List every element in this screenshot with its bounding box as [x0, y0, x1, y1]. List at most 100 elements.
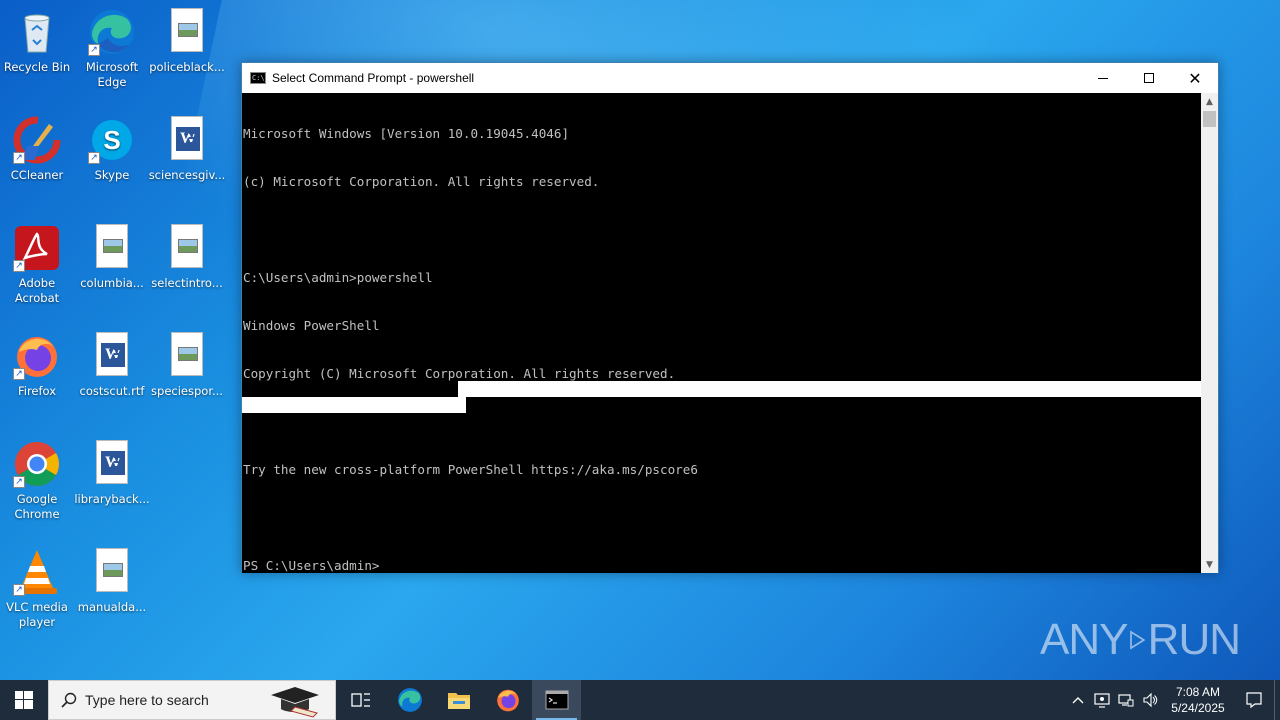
desktop-icon-label: Skype	[94, 168, 130, 182]
maximize-button[interactable]	[1126, 63, 1172, 93]
firefox-icon: ↗	[13, 332, 61, 380]
shortcut-arrow-icon: ↗	[13, 584, 25, 596]
shortcut-arrow-icon: ↗	[13, 476, 25, 488]
scroll-down-arrow-icon[interactable]: ▼	[1201, 556, 1218, 573]
desktop-icon-columbia[interactable]: columbia...	[75, 224, 149, 291]
edge-icon: ↗	[88, 8, 136, 56]
minimize-button[interactable]	[1080, 63, 1126, 93]
desktop-icon-label: manualda...	[77, 600, 147, 614]
watermark-text-left: ANY	[1040, 615, 1128, 664]
tray-network[interactable]	[1114, 680, 1138, 720]
desktop-icon-sciencesgiv[interactable]: W sciencesgiv...	[148, 116, 226, 183]
notification-icon	[1246, 692, 1262, 709]
text-selection-highlight	[242, 397, 466, 413]
word-doc-icon: W	[88, 440, 136, 488]
desktop-icon-microsoft-edge[interactable]: ↗ Microsoft Edge	[75, 8, 149, 90]
windows-logo-icon	[15, 691, 33, 709]
shortcut-arrow-icon: ↗	[13, 368, 25, 380]
terminal-line: Microsoft Windows [Version 10.0.19045.40…	[243, 126, 570, 141]
terminal-line: Copyright (C) Microsoft Corporation. All…	[243, 366, 676, 381]
desktop-icon-label: sciencesgiv...	[148, 168, 226, 182]
show-desktop-button[interactable]	[1274, 680, 1280, 720]
desktop-icon-label: Google Chrome	[14, 492, 60, 521]
search-icon	[61, 692, 77, 708]
terminal-line: Windows PowerShell	[243, 318, 380, 333]
firefox-icon	[496, 689, 519, 712]
desktop-icon-speciespor[interactable]: speciespor...	[150, 332, 224, 399]
desktop-icon-vlc[interactable]: ↗ VLC media player	[0, 548, 74, 630]
taskbar-file-explorer[interactable]	[434, 680, 483, 720]
vertical-scrollbar[interactable]: ▲ ▼	[1201, 93, 1218, 573]
desktop-icon-label: columbia...	[80, 276, 144, 290]
close-button[interactable]: ✕	[1172, 63, 1218, 93]
desktop-icon-label: Firefox	[17, 384, 57, 398]
cmd-icon: C:\_	[250, 72, 269, 84]
desktop-icon-label: selectintro...	[151, 276, 223, 290]
desktop-icon-costscut[interactable]: W costscut.rtf	[75, 332, 149, 399]
desktop-icon-ccleaner[interactable]: ↗ CCleaner	[0, 116, 74, 183]
search-placeholder: Type here to search	[85, 692, 209, 708]
desktop-icon-libraryback[interactable]: W libraryback...	[74, 440, 150, 507]
desktop-icon-firefox[interactable]: ↗ Firefox	[0, 332, 74, 399]
system-tray: 7:08 AM 5/24/2025	[1066, 680, 1280, 720]
edge-icon	[397, 688, 422, 712]
action-center-button[interactable]	[1234, 680, 1274, 720]
taskbar-task-view[interactable]	[336, 680, 385, 720]
terminal-line: (c) Microsoft Corporation. All rights re…	[243, 174, 600, 189]
vlc-icon: ↗	[13, 548, 61, 596]
word-doc-icon: W	[163, 116, 211, 164]
taskbar-edge[interactable]	[385, 680, 434, 720]
desktop-icon-adobe-acrobat[interactable]: ↗ Adobe Acrobat	[0, 224, 74, 306]
desktop-icon-manualda[interactable]: manualda...	[75, 548, 149, 615]
desktop-icon-policeblack[interactable]: policeblack...	[149, 8, 225, 75]
scroll-up-arrow-icon[interactable]: ▲	[1201, 93, 1218, 110]
image-file-icon	[163, 224, 211, 272]
clock-time: 7:08 AM	[1175, 685, 1221, 699]
tray-meet-now[interactable]	[1090, 680, 1114, 720]
desktop-icon-skype[interactable]: S ↗ Skype	[75, 116, 149, 183]
desktop-icon-label: Recycle Bin	[3, 60, 71, 74]
shortcut-arrow-icon: ↗	[13, 152, 25, 164]
image-file-icon	[88, 224, 136, 272]
tray-volume[interactable]	[1138, 680, 1162, 720]
file-explorer-icon	[447, 693, 470, 709]
taskbar-command-prompt[interactable]	[532, 680, 581, 720]
graduation-cap-icon	[271, 687, 319, 718]
ccleaner-icon: ↗	[13, 116, 61, 164]
monitor-people-icon	[1094, 693, 1110, 708]
taskbar: Type here to search 7:08 AM 5/24/2025	[0, 680, 1280, 720]
start-button[interactable]	[0, 680, 48, 720]
taskbar-firefox[interactable]	[483, 680, 532, 720]
text-selection-highlight	[458, 381, 1202, 397]
skype-icon: S ↗	[88, 116, 136, 164]
desktop-icon-selectintro[interactable]: selectintro...	[150, 224, 224, 291]
taskbar-clock[interactable]: 7:08 AM 5/24/2025	[1162, 684, 1234, 716]
acrobat-icon: ↗	[13, 224, 61, 272]
minimize-icon	[1098, 77, 1108, 79]
anyrun-watermark: ANY RUN	[1040, 608, 1241, 672]
shortcut-arrow-icon: ↗	[88, 152, 100, 164]
terminal-prompt: PS C:\Users\admin>	[243, 558, 380, 573]
chrome-icon: ↗	[13, 440, 61, 488]
desktop-icon-label: VLC media player	[6, 600, 68, 629]
word-doc-icon: W	[88, 332, 136, 380]
desktop-icon-recycle-bin[interactable]: Recycle Bin	[0, 8, 74, 75]
taskbar-search-box[interactable]: Type here to search	[48, 680, 336, 720]
desktop-icon-label: Microsoft Edge	[85, 60, 139, 89]
terminal-output[interactable]: Microsoft Windows [Version 10.0.19045.40…	[242, 93, 1202, 573]
shortcut-arrow-icon: ↗	[88, 44, 100, 56]
desktop-icon-label: costscut.rtf	[79, 384, 145, 398]
terminal-line: Try the new cross-platform PowerShell ht…	[243, 462, 698, 477]
scroll-thumb[interactable]	[1203, 111, 1216, 127]
desktop-icon-label: policeblack...	[149, 60, 225, 74]
terminal-line: C:\Users\admin>powershell	[243, 270, 433, 285]
show-hidden-icons-button[interactable]	[1066, 680, 1090, 720]
window-title: Select Command Prompt - powershell	[272, 71, 475, 85]
clock-date: 5/24/2025	[1171, 701, 1225, 715]
window-titlebar[interactable]: C:\_ Select Command Prompt - powershell …	[242, 63, 1218, 93]
command-prompt-window[interactable]: C:\_ Select Command Prompt - powershell …	[241, 62, 1219, 573]
desktop-icon-google-chrome[interactable]: ↗ Google Chrome	[0, 440, 74, 522]
